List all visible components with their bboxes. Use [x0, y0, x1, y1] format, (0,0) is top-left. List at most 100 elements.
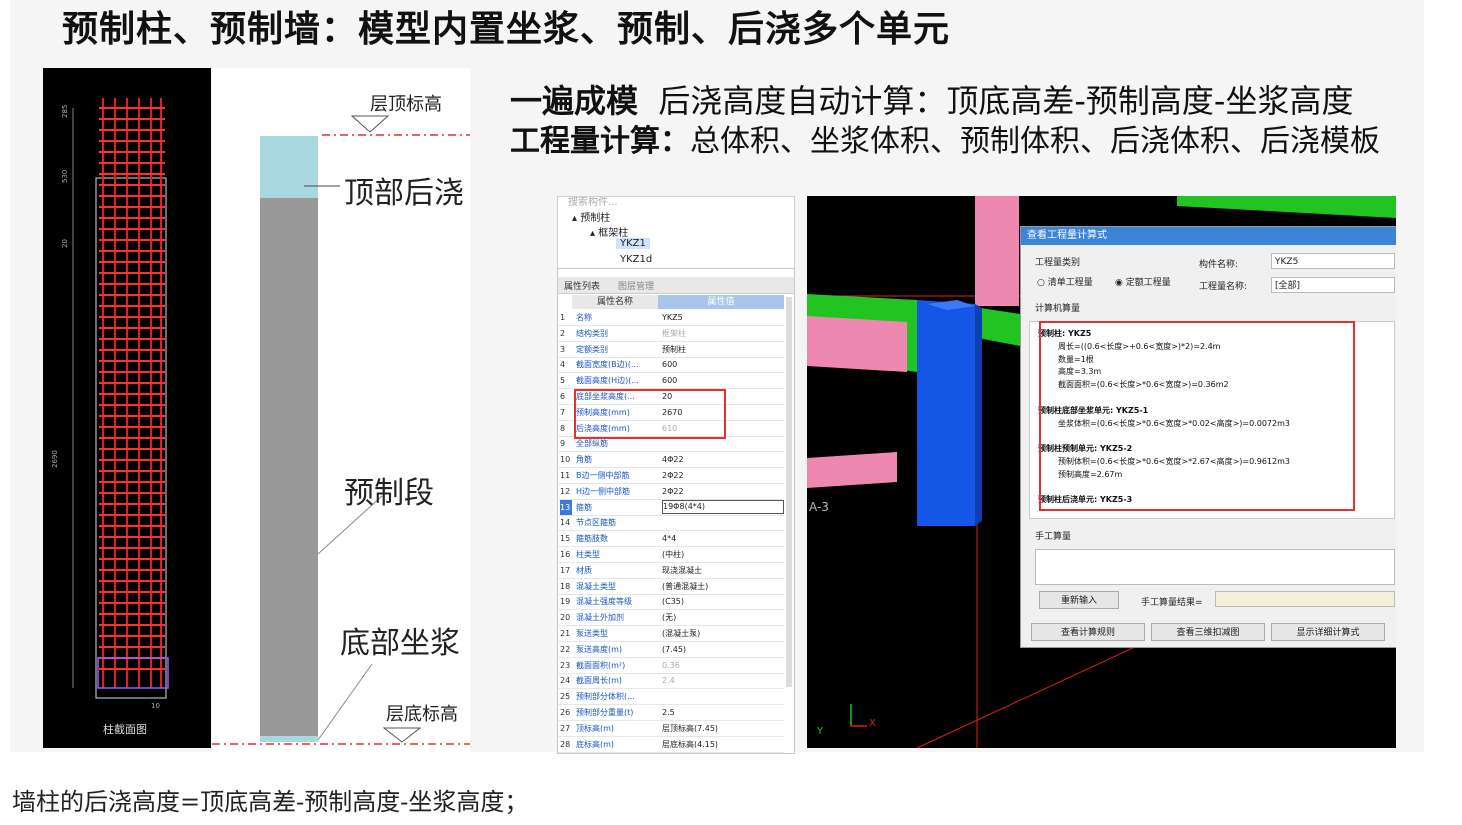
property-name: H边一侧中部筋	[576, 486, 631, 496]
property-row[interactable]: 15 箍筋肢数 4*4	[558, 531, 784, 548]
property-value[interactable]: 2Φ22	[662, 484, 782, 499]
property-row[interactable]: 3 定额类别 预制柱	[558, 342, 784, 358]
property-value[interactable]: 层底标高(4.15)	[662, 737, 782, 752]
row-number: 9	[560, 439, 566, 449]
property-header: 属性名称 属性值	[558, 295, 784, 309]
axis-x-label: X	[869, 718, 876, 729]
row-number: 14	[560, 518, 571, 528]
property-value[interactable]: 层顶标高(7.45)	[662, 721, 782, 736]
property-value[interactable]: 2.4	[662, 673, 782, 688]
bottom-level-label: 层底标高	[386, 704, 458, 725]
calc-highlight-box	[1039, 321, 1355, 511]
property-value[interactable]: (7.45)	[662, 642, 782, 657]
property-name: B边一侧中部筋	[576, 471, 630, 480]
row-number: 27	[560, 723, 571, 733]
property-value[interactable]: 框架柱	[662, 326, 782, 341]
property-row[interactable]: 14 节点区箍筋	[558, 515, 784, 532]
property-name: 混凝土外加剂	[576, 613, 624, 623]
row-number: 8	[560, 423, 566, 433]
property-value[interactable]: 2.5	[662, 705, 782, 720]
property-row[interactable]: 28 底标高(m) 层底标高(4.15)	[558, 737, 784, 753]
heading2-bold: 工程量计算：	[510, 124, 690, 159]
property-row[interactable]: 19 混凝土强度等级 (C35)	[558, 594, 784, 611]
property-row[interactable]: 24 截面周长(m) 2.4	[558, 673, 784, 690]
qty-name-select[interactable]: [全部]	[1271, 277, 1395, 293]
property-name: 箍筋	[576, 502, 592, 512]
property-value[interactable]: 19Φ8(4*4)	[662, 499, 784, 514]
property-row[interactable]: 10 角筋 4Φ22	[558, 452, 784, 469]
highlight-box	[574, 389, 726, 439]
manual-input[interactable]	[1035, 549, 1395, 585]
row-number: 28	[560, 739, 571, 749]
property-name: 截面宽度(B边)(...	[576, 360, 639, 370]
radio-list-qty[interactable]: ○ 清单工程量	[1037, 275, 1093, 288]
grout-label: 底部坐浆	[340, 626, 460, 661]
property-value[interactable]: 预制柱	[662, 342, 782, 357]
property-value[interactable]: 现浇混凝土	[662, 563, 782, 578]
property-name: 柱类型	[576, 550, 600, 559]
view-rules-button[interactable]: 查看计算规则	[1031, 623, 1145, 641]
property-row[interactable]: 16 柱类型 (中柱)	[558, 547, 784, 563]
tree-item-precast-column[interactable]: ▴ 预制柱	[572, 209, 610, 224]
property-value[interactable]: (混凝土泵)	[662, 626, 782, 641]
caption-text: 墙柱的后浇高度=顶底高差-预制高度-坐浆高度；	[12, 788, 529, 816]
comp-name-input[interactable]: YKZ5	[1271, 253, 1395, 269]
property-value[interactable]: (中柱)	[662, 547, 782, 562]
property-row[interactable]: 18 混凝土类型 (普通混凝土)	[558, 579, 784, 595]
row-number: 15	[560, 534, 571, 544]
view-3d-deduction-button[interactable]: 查看三维扣减图	[1151, 623, 1265, 641]
property-row[interactable]: 21 泵送类型 (混凝土泵)	[558, 626, 784, 642]
property-row[interactable]: 2 结构类别 框架柱	[558, 326, 784, 342]
precast-label: 预制段	[344, 476, 434, 511]
property-row[interactable]: 27 顶标高(m) 层顶标高(7.45)	[558, 721, 784, 737]
row-number: 13	[560, 499, 572, 515]
property-row[interactable]: 4 截面宽度(B边)(... 600	[558, 357, 784, 374]
axis-y-label: Y	[817, 726, 824, 737]
dim-5: 10	[151, 702, 160, 710]
property-row[interactable]: 23 截面面积(m²) 0.36	[558, 658, 784, 674]
property-name: 预制部分重量(t)	[576, 708, 634, 717]
property-value[interactable]: (C35)	[662, 594, 782, 609]
property-row[interactable]: 20 混凝土外加剂 (无)	[558, 610, 784, 627]
property-value[interactable]: (普通混凝土)	[662, 579, 782, 594]
property-value[interactable]: (无)	[662, 610, 782, 625]
property-row[interactable]: 12 H边一侧中部筋 2Φ22	[558, 484, 784, 500]
tab-property-list[interactable]: 属性列表	[564, 279, 600, 292]
property-name: 预制部分体积(...	[576, 692, 635, 702]
tree-item-frame-column[interactable]: ▴ 框架柱	[590, 224, 628, 239]
3d-viewport[interactable]: A-3 Y X 查看工程量计算式 工程量类别 ○ 清单工程量 ◉ 定额工程量 构…	[807, 196, 1396, 748]
property-value[interactable]: 0.36	[662, 658, 782, 673]
property-value[interactable]: YKZ5	[662, 310, 782, 325]
property-name: 底标高(m)	[576, 739, 615, 749]
property-scrollbar[interactable]	[786, 297, 792, 687]
radio-quota-qty[interactable]: ◉ 定额工程量	[1115, 275, 1171, 288]
property-row[interactable]: 5 截面高度(H边)(... 600	[558, 373, 784, 390]
row-number: 16	[560, 550, 571, 559]
row-number: 23	[560, 660, 571, 670]
property-name: 定额类别	[576, 344, 608, 354]
tree-item-ykz1d[interactable]: YKZ1d	[620, 254, 652, 265]
qty-name-label: 工程量名称:	[1199, 282, 1248, 292]
property-row[interactable]: 22 泵送高度(m) (7.45)	[558, 642, 784, 658]
property-row[interactable]: 26 预制部分重量(t) 2.5	[558, 705, 784, 721]
reinput-button[interactable]: 重新输入	[1039, 591, 1119, 609]
manual-result-field	[1215, 591, 1395, 607]
property-value[interactable]: 2Φ22	[662, 468, 782, 483]
property-row[interactable]: 1 名称 YKZ5	[558, 310, 784, 326]
show-detail-button[interactable]: 显示详细计算式	[1271, 623, 1385, 641]
row-number: 6	[560, 392, 566, 401]
property-row[interactable]: 13 箍筋 19Φ8(4*4)	[558, 499, 784, 516]
property-value[interactable]: 600	[662, 373, 782, 388]
row-number: 26	[560, 708, 571, 717]
row-number: 22	[560, 644, 571, 654]
property-value[interactable]: 600	[662, 357, 782, 372]
property-value[interactable]: 4*4	[662, 531, 782, 546]
property-row[interactable]: 11 B边一侧中部筋 2Φ22	[558, 468, 784, 484]
row-number: 10	[560, 455, 571, 465]
tree-search-input[interactable]: 搜索构件...	[568, 197, 618, 208]
property-row[interactable]: 17 材质 现浇混凝土	[558, 563, 784, 579]
tab-layer-manage[interactable]: 图层管理	[618, 279, 654, 292]
tree-item-ykz1[interactable]: YKZ1	[616, 238, 650, 249]
property-value[interactable]: 4Φ22	[662, 452, 782, 467]
property-row[interactable]: 25 预制部分体积(...	[558, 689, 784, 706]
